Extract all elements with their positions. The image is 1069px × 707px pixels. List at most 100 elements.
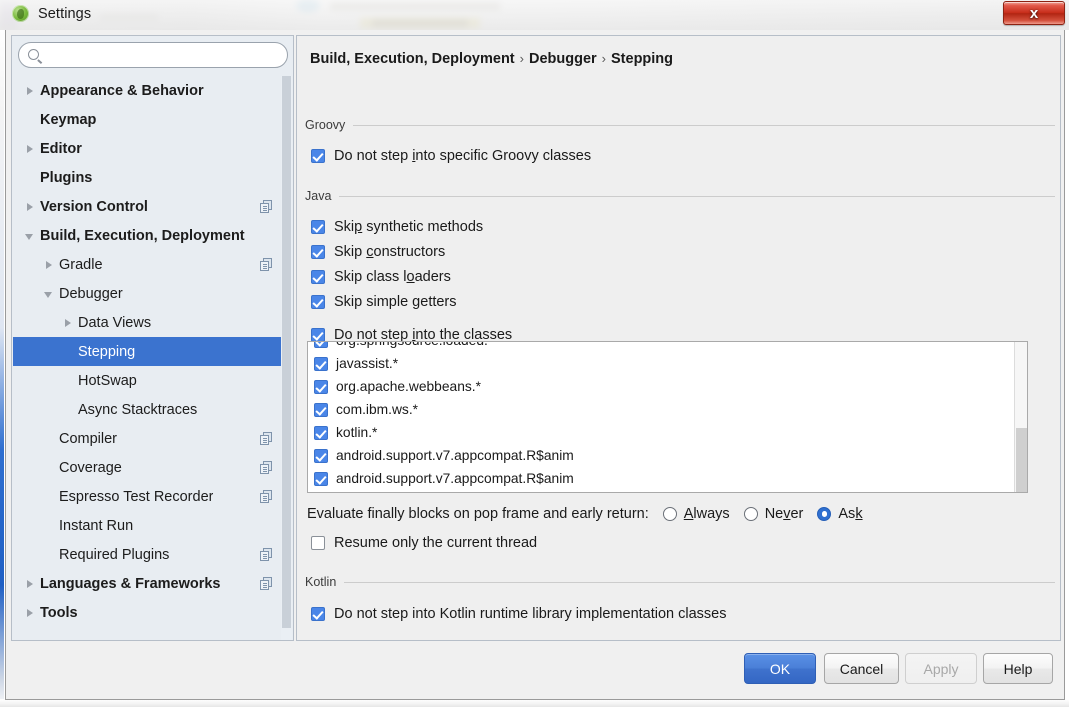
sidebar-item-languages-frameworks[interactable]: Languages & Frameworks bbox=[13, 569, 283, 598]
sidebar-item-async-stacktraces[interactable]: Async Stacktraces bbox=[13, 395, 283, 424]
radio-evaluate-always[interactable]: Always bbox=[662, 506, 730, 522]
checkbox-java-option-2[interactable]: Skip class loaders bbox=[311, 269, 451, 285]
class-filter-row[interactable]: android.support.v7.appcompat.R$anim bbox=[308, 467, 1016, 490]
checkbox-box[interactable] bbox=[311, 536, 325, 550]
class-filter-row[interactable]: com.ibm.ws.* bbox=[308, 398, 1016, 421]
checkbox-box[interactable] bbox=[314, 448, 328, 463]
sidebar-item-label: Editor bbox=[40, 140, 82, 157]
sidebar-item-editor[interactable]: Editor bbox=[13, 134, 283, 163]
settings-panel: Build, Execution, Deployment › Debugger › St… bbox=[296, 35, 1061, 641]
radio-dot[interactable] bbox=[662, 507, 677, 521]
search-input[interactable] bbox=[45, 46, 281, 65]
class-list-scrollbar[interactable] bbox=[1014, 342, 1027, 492]
checkbox-box[interactable] bbox=[314, 402, 328, 417]
sidebar-item-label: Keymap bbox=[40, 111, 97, 128]
chevron-right-icon[interactable] bbox=[23, 84, 37, 98]
sidebar-item-espresso-test-recorder[interactable]: Espresso Test Recorder bbox=[13, 482, 283, 511]
radio-label: Never bbox=[764, 506, 804, 522]
group-label-groovy: Groovy bbox=[305, 118, 346, 132]
search-box[interactable] bbox=[18, 42, 288, 68]
sidebar-item-compiler[interactable]: Compiler bbox=[13, 424, 283, 453]
checkbox-box[interactable] bbox=[311, 607, 325, 621]
sidebar-item-data-views[interactable]: Data Views bbox=[13, 308, 283, 337]
class-filters-list[interactable]: org.springsource.loaded. javassist.* org.a… bbox=[307, 341, 1028, 493]
sidebar-item-appearance-behavior[interactable]: Appearance & Behavior bbox=[13, 76, 283, 105]
class-filter-row[interactable]: org.springsource.loaded. bbox=[308, 342, 1016, 352]
checkbox-box[interactable] bbox=[311, 220, 325, 234]
radio-dot[interactable] bbox=[743, 507, 758, 521]
class-filter-row[interactable]: kotlin.* bbox=[308, 421, 1016, 444]
checkbox-box[interactable] bbox=[314, 425, 328, 440]
checkbox-box[interactable] bbox=[314, 471, 328, 486]
sidebar-item-label: Plugins bbox=[40, 169, 93, 186]
evaluate-finally-row: Evaluate finally blocks on pop frame and… bbox=[307, 506, 863, 522]
sidebar-item-stepping[interactable]: Stepping bbox=[13, 337, 283, 366]
breadcrumb-part: Debugger bbox=[528, 51, 597, 67]
mnemonic-char: o bbox=[406, 269, 415, 285]
sidebar-item-hotswap[interactable]: HotSwap bbox=[13, 366, 283, 395]
checkbox-java-option-1[interactable]: Skip constructors bbox=[311, 244, 445, 260]
chevron-right-icon[interactable] bbox=[23, 200, 37, 214]
checkbox-box[interactable] bbox=[311, 245, 325, 259]
checkbox-label: Do not step into specific Groovy classes bbox=[334, 148, 592, 164]
sidebar-scrollbar-thumb[interactable] bbox=[282, 76, 291, 628]
checkbox-box[interactable] bbox=[314, 356, 328, 371]
sidebar-scrollbar[interactable] bbox=[281, 76, 292, 640]
window-title: Settings bbox=[38, 5, 92, 22]
checkbox-box[interactable] bbox=[311, 328, 325, 342]
chevron-down-icon[interactable] bbox=[42, 287, 56, 301]
checkbox-box[interactable] bbox=[311, 149, 325, 163]
ok-button[interactable]: OK bbox=[744, 653, 816, 684]
group-rule bbox=[344, 582, 1055, 583]
search-wrap bbox=[18, 42, 288, 68]
chevron-right-icon[interactable] bbox=[23, 606, 37, 620]
help-button[interactable]: Help bbox=[983, 653, 1053, 684]
radio-dot[interactable] bbox=[817, 507, 832, 521]
settings-dialog: Appearance & Behavior Keymap Editor Plugins… bbox=[5, 30, 1065, 700]
mnemonic-char: g bbox=[412, 294, 421, 310]
sidebar-item-label: Debugger bbox=[59, 285, 123, 302]
class-filter-row[interactable]: org.apache.webbeans.* bbox=[308, 375, 1016, 398]
radio-evaluate-ask[interactable]: Ask bbox=[817, 506, 863, 522]
chevron-down-icon[interactable] bbox=[23, 229, 37, 243]
sidebar-item-label: Appearance & Behavior bbox=[40, 82, 204, 99]
sidebar-item-build-execution-deployment[interactable]: Build, Execution, Deployment bbox=[13, 221, 283, 250]
radio-evaluate-never[interactable]: Never bbox=[743, 506, 804, 522]
chevron-right-icon[interactable] bbox=[23, 142, 37, 156]
dialog-footer: OK Cancel Apply Help bbox=[6, 641, 1064, 699]
checkbox-box[interactable] bbox=[311, 270, 325, 284]
sidebar-item-gradle[interactable]: Gradle bbox=[13, 250, 283, 279]
cancel-button[interactable]: Cancel bbox=[824, 653, 899, 684]
checkbox-java-option-3[interactable]: Skip simple getters bbox=[311, 294, 457, 310]
checkbox-kotlin-no-step[interactable]: Do not step into Kotlin runtime library … bbox=[311, 606, 726, 622]
class-filter-row[interactable]: android.support.v7.appcompat.R$anim bbox=[308, 444, 1016, 467]
checkbox-resume-thread[interactable]: Resume only the current thread bbox=[311, 535, 537, 551]
close-button[interactable]: x bbox=[1003, 1, 1065, 25]
checkbox-box[interactable] bbox=[314, 342, 328, 348]
chevron-right-icon[interactable] bbox=[42, 258, 56, 272]
sidebar-item-instant-run[interactable]: Instant Run bbox=[13, 511, 283, 540]
sidebar-item-keymap[interactable]: Keymap bbox=[13, 105, 283, 134]
breadcrumb-separator: › bbox=[601, 51, 606, 66]
checkbox-box[interactable] bbox=[311, 295, 325, 309]
title-bar[interactable]: Settings x bbox=[0, 0, 1069, 30]
settings-sidebar: Appearance & Behavior Keymap Editor Plugins… bbox=[11, 35, 294, 641]
class-filter-row[interactable]: javassist.* bbox=[308, 352, 1016, 375]
groovy-green-icon bbox=[12, 5, 29, 22]
sidebar-item-coverage[interactable]: Coverage bbox=[13, 453, 283, 482]
checkbox-box[interactable] bbox=[314, 379, 328, 394]
sidebar-item-required-plugins[interactable]: Required Plugins bbox=[13, 540, 283, 569]
sidebar-item-label: Tools bbox=[40, 604, 78, 621]
chevron-right-icon[interactable] bbox=[23, 577, 37, 591]
checkbox-groovy-no-step[interactable]: Do not step into specific Groovy classes bbox=[311, 148, 591, 164]
sidebar-item-tools[interactable]: Tools bbox=[13, 598, 283, 627]
sidebar-item-plugins[interactable]: Plugins bbox=[13, 163, 283, 192]
class-filter-label: org.apache.webbeans.* bbox=[336, 379, 481, 394]
checkbox-java-option-0[interactable]: Skip synthetic methods bbox=[311, 219, 483, 235]
sidebar-item-debugger[interactable]: Debugger bbox=[13, 279, 283, 308]
class-list-scrollbar-thumb[interactable] bbox=[1016, 428, 1027, 492]
sidebar-item-version-control[interactable]: Version Control bbox=[13, 192, 283, 221]
copy-settings-icon bbox=[260, 200, 273, 213]
chevron-right-icon[interactable] bbox=[61, 316, 75, 330]
